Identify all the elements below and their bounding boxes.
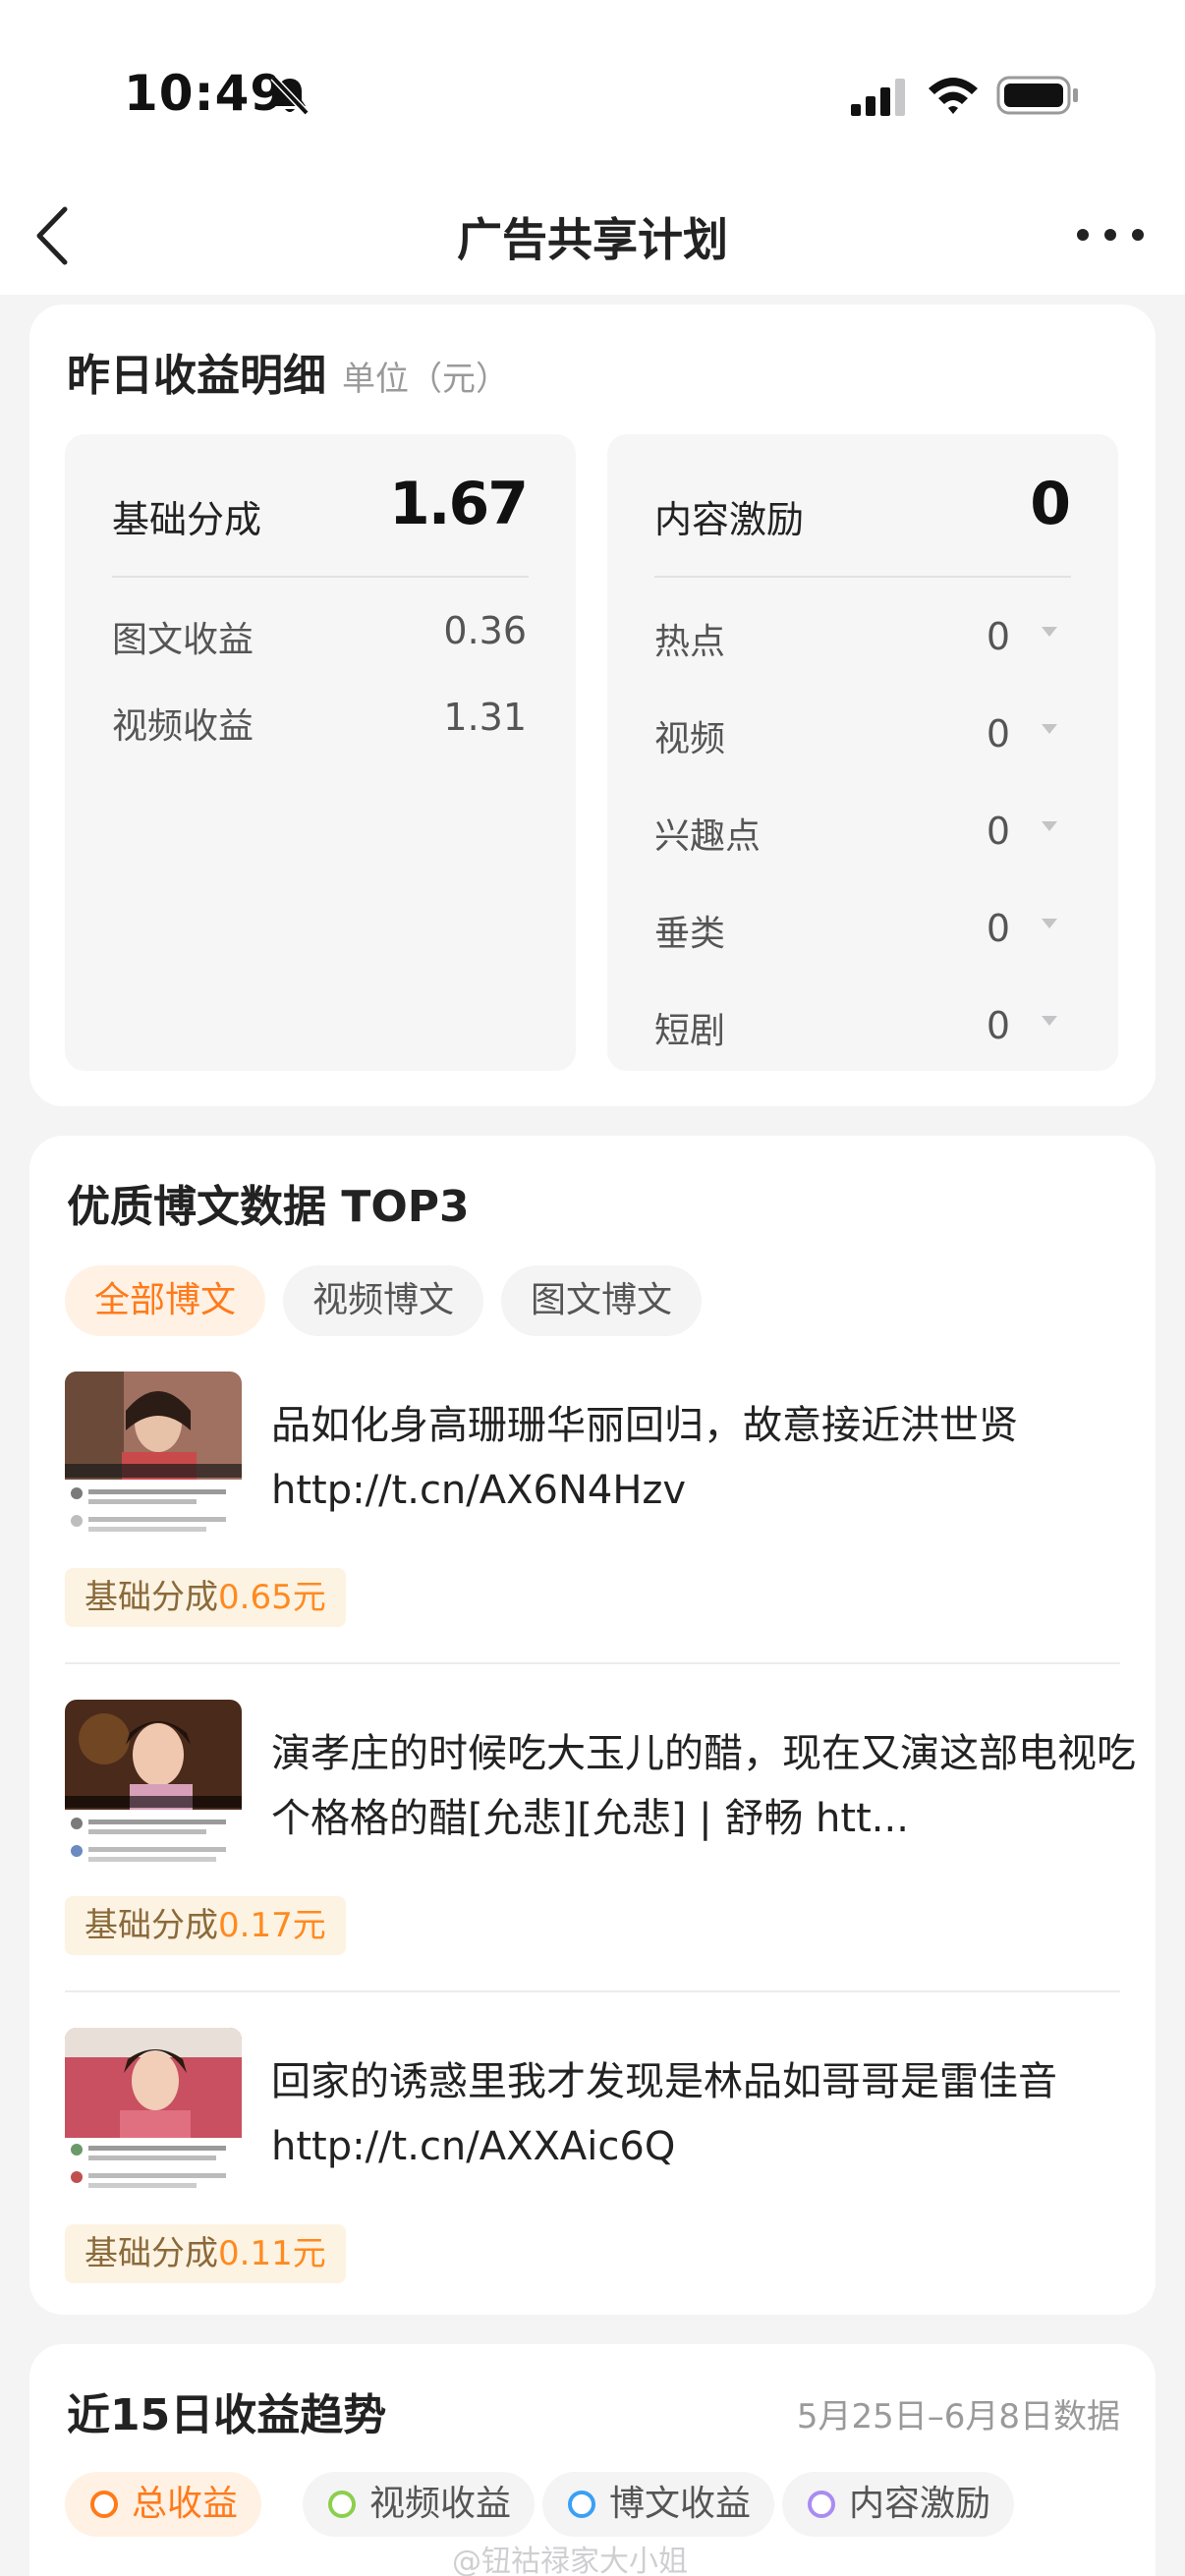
graphic-income-label: 图文收益	[112, 620, 254, 660]
badge-amount: 0.17元	[218, 1906, 326, 1945]
basic-share-label: 基础分成	[112, 498, 262, 541]
post-title[interactable]: 演孝庄的时候吃大玉儿的醋，现在又演这部电视吃个格格的醋[允悲][允悲] | 舒畅…	[271, 1721, 1136, 1851]
video-incentive-label: 视频	[654, 719, 726, 759]
post-earning-badge: 基础分成0.11元	[65, 2224, 346, 2283]
graphic-income-value: 0.36	[443, 609, 527, 652]
income-card: 昨日收益明细 单位（元） 基础分成 1.67 图文收益 0.36 视频收益 1.3…	[29, 305, 1156, 1106]
legend-total-income[interactable]: 总收益	[65, 2472, 262, 2537]
post-divider	[65, 1662, 1120, 1664]
legend-label: 视频收益	[369, 2484, 512, 2524]
app-screen: 10:49 广告共享计划 昨日收益明细 单位（元） 基础分成 1.67 图文收益…	[0, 0, 1185, 2576]
bell-off-icon	[270, 75, 310, 116]
badge-label: 基础分成	[85, 1906, 218, 1945]
legend-dot-icon	[328, 2491, 356, 2518]
legend-label: 博文收益	[609, 2484, 752, 2524]
top3-title: 优质博文数据 TOP3	[67, 1182, 470, 1232]
hotspot-value: 0	[986, 615, 1010, 658]
video-income-label: 视频收益	[112, 706, 254, 747]
legend-post-income[interactable]: 博文收益	[542, 2472, 775, 2537]
status-bar: 10:49	[0, 0, 1185, 177]
hotspot-label: 热点	[654, 622, 726, 662]
expand-triangle-icon[interactable]	[1042, 724, 1057, 734]
badge-amount: 0.11元	[218, 2234, 326, 2273]
post-divider	[65, 1990, 1120, 1992]
trend-date-range: 5月25日–6月8日数据	[796, 2397, 1120, 2436]
watermark: @钮祜禄家大小姐	[452, 2545, 688, 2576]
post-thumbnail[interactable]	[65, 1372, 242, 1550]
interest-point-label: 兴趣点	[654, 816, 762, 857]
content-incentive-value: 0	[1030, 470, 1071, 538]
income-title: 昨日收益明细 单位（元）	[67, 340, 509, 403]
post-title[interactable]: 回家的诱惑里我才发现是林品如哥哥是雷佳音 http://t.cn/AXXAic6…	[271, 2049, 1136, 2179]
tab-graphic-posts[interactable]: 图文博文	[501, 1265, 703, 1336]
short-drama-value: 0	[986, 1004, 1010, 1047]
post-title[interactable]: 品如化身高珊珊华丽回归，故意接近洪世贤http://t.cn/AX6N4Hzv	[271, 1393, 1136, 1523]
thumbnail-image	[65, 1372, 242, 1550]
signal-icon	[851, 79, 905, 116]
thumbnail-image	[65, 2028, 242, 2207]
panel-divider	[654, 576, 1071, 578]
interest-point-value: 0	[986, 810, 1010, 853]
legend-label: 内容激励	[849, 2484, 991, 2524]
badge-amount: 0.65元	[218, 1578, 326, 1617]
legend-dot-icon	[90, 2491, 118, 2518]
expand-triangle-icon[interactable]	[1042, 919, 1057, 928]
wifi-icon	[929, 78, 978, 114]
tab-all-posts[interactable]: 全部博文	[65, 1265, 266, 1336]
panel-divider	[112, 576, 529, 578]
thumbnail-image	[65, 1700, 242, 1878]
vertical-category-label: 垂类	[654, 914, 726, 954]
post-earning-badge: 基础分成0.17元	[65, 1896, 346, 1955]
content-incentive-panel: 内容激励 0 热点 0 视频 0 兴趣点 0 垂类 0 短剧 0	[607, 434, 1118, 1071]
tab-video-posts[interactable]: 视频博文	[283, 1265, 484, 1336]
status-time: 10:49	[124, 65, 286, 122]
short-drama-label: 短剧	[654, 1011, 726, 1051]
income-unit: 单位（元）	[342, 360, 509, 399]
expand-triangle-icon[interactable]	[1042, 821, 1057, 831]
legend-content-incentive[interactable]: 内容激励	[782, 2472, 1015, 2537]
expand-triangle-icon[interactable]	[1042, 627, 1057, 637]
post-thumbnail[interactable]	[65, 2028, 242, 2207]
expand-triangle-icon[interactable]	[1042, 1016, 1057, 1026]
more-dots-icon[interactable]	[1075, 222, 1146, 248]
basic-share-panel: 基础分成 1.67 图文收益 0.36 视频收益 1.31	[65, 434, 576, 1071]
legend-label: 总收益	[132, 2484, 239, 2524]
video-income-value: 1.31	[443, 696, 527, 739]
trend-title: 近15日收益趋势	[67, 2390, 387, 2440]
top3-posts-card: 优质博文数据 TOP3 全部博文 视频博文 图文博文 品如化身高珊珊华丽回归，故…	[29, 1136, 1156, 2315]
nav-bar: 广告共享计划	[0, 177, 1185, 295]
post-thumbnail[interactable]	[65, 1700, 242, 1878]
income-title-text: 昨日收益明细	[67, 351, 326, 401]
badge-label: 基础分成	[85, 1578, 218, 1617]
vertical-category-value: 0	[986, 907, 1010, 950]
post-earning-badge: 基础分成0.65元	[65, 1568, 346, 1627]
badge-label: 基础分成	[85, 2234, 218, 2273]
basic-share-value: 1.67	[388, 470, 529, 538]
battery-icon	[996, 76, 1078, 115]
video-incentive-value: 0	[986, 712, 1010, 756]
legend-dot-icon	[808, 2491, 835, 2518]
legend-video-income[interactable]: 视频收益	[303, 2472, 536, 2537]
page-title: 广告共享计划	[457, 213, 728, 266]
legend-dot-icon	[568, 2491, 595, 2518]
content-incentive-label: 内容激励	[654, 498, 805, 541]
